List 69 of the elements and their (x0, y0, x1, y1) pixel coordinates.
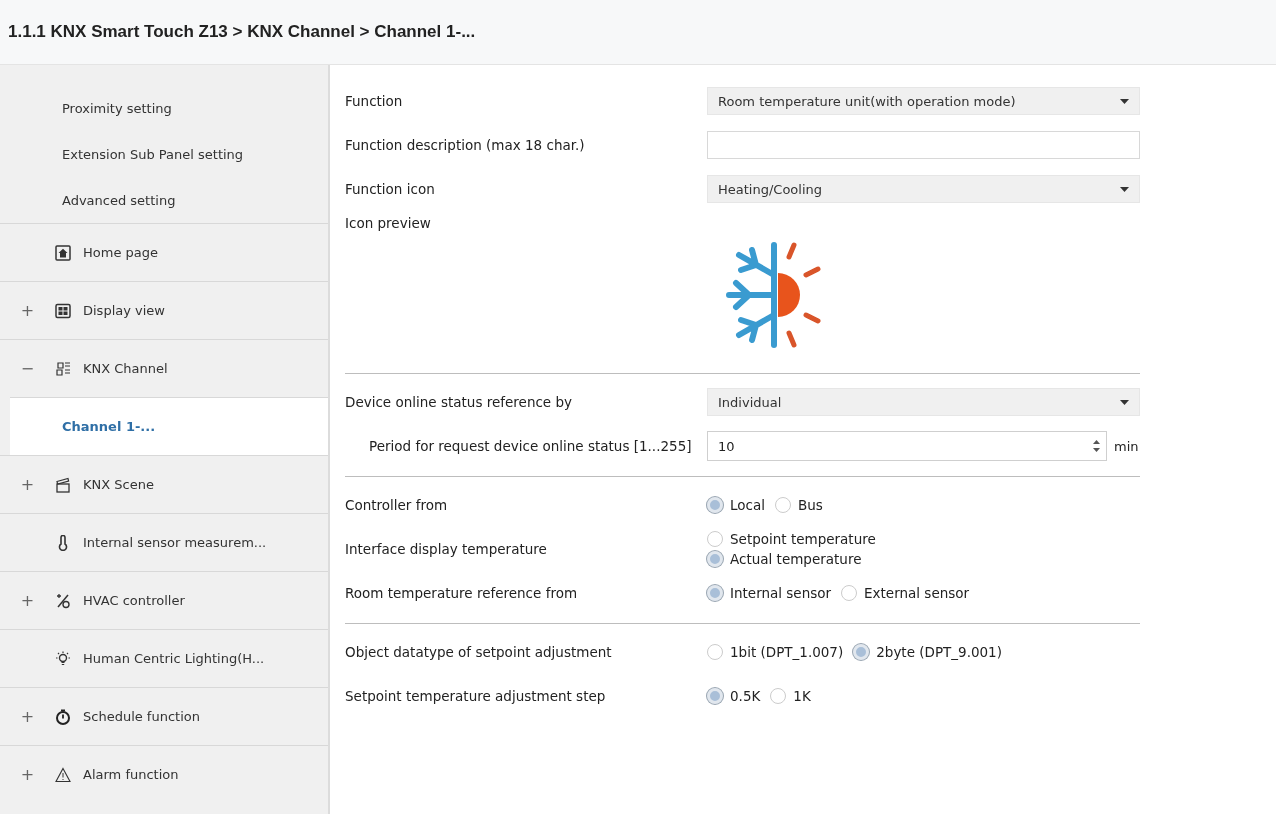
breadcrumb: 1.1.1 KNX Smart Touch Z13 > KNX Channel > Channel 1-... (8, 22, 476, 42)
item-label[interactable]: Schedule function (83, 709, 200, 724)
item-label[interactable]: Internal sensor measurem... (83, 535, 267, 550)
option-label: 0.5K (730, 688, 761, 704)
field-label: Object datatype of setpoint adjustment (345, 644, 613, 660)
grid-icon (55, 302, 71, 319)
home-icon (55, 244, 71, 261)
field-label: Icon preview (345, 215, 432, 231)
sidebar-item[interactable]: Channel 1-... (10, 397, 328, 455)
radio-button[interactable] (853, 644, 870, 660)
field-label: Function description (max 18 char.) (345, 137, 586, 153)
channel-icon (55, 360, 71, 377)
option-label: External sensor (864, 585, 970, 601)
collapse-toggle[interactable]: − (0, 359, 55, 378)
bulb-icon (55, 650, 71, 667)
item-label[interactable]: KNX Channel (83, 361, 168, 376)
dropdown[interactable]: Heating/Cooling (707, 175, 1140, 203)
field-label: Period for request device online status [1...255] (368, 437, 693, 455)
item-label[interactable]: Proximity setting (62, 100, 172, 116)
hvac-icon (55, 592, 71, 609)
radio-button[interactable] (707, 585, 723, 601)
field-label: Function icon (345, 181, 436, 197)
radio-button[interactable] (770, 688, 787, 704)
dropdown[interactable]: Individual (707, 388, 1140, 416)
option-label: Actual temperature (730, 551, 862, 567)
item-label[interactable]: Human Centric Lighting(H... (83, 651, 265, 666)
spinner-arrows-icon[interactable] (1093, 439, 1100, 453)
caret-icon (1120, 399, 1129, 405)
dropdown[interactable]: Room temperature unit(with operation mode) (707, 87, 1140, 115)
radio-button[interactable] (841, 585, 858, 601)
caret-icon (1120, 98, 1129, 104)
clapperboard-icon (55, 476, 71, 493)
radio-button[interactable] (707, 688, 723, 704)
field-label: Interface display temperature (345, 541, 548, 557)
field-label: Function (345, 93, 404, 109)
radio-button[interactable] (707, 531, 723, 547)
expand-toggle[interactable]: + (0, 591, 55, 610)
item-label[interactable]: Advanced setting (62, 192, 176, 208)
option-label: Setpoint temperature (730, 531, 876, 547)
expand-toggle[interactable]: + (0, 301, 55, 320)
field-label: Room temperature reference from (345, 585, 579, 601)
radio-button[interactable] (707, 644, 723, 660)
item-label[interactable]: Alarm function (83, 767, 179, 782)
expand-toggle[interactable]: + (0, 707, 55, 726)
unit-label: min (1114, 438, 1139, 454)
caret-icon (1120, 186, 1129, 192)
item-label[interactable]: Home page (83, 245, 158, 260)
option-label: Local (730, 497, 765, 513)
warning-icon (55, 766, 71, 783)
item-label[interactable]: HVAC controller (83, 593, 185, 608)
field-label: Setpoint temperature adjustment step (345, 688, 607, 704)
item-label[interactable]: KNX Scene (83, 477, 154, 492)
input-field[interactable] (707, 131, 1140, 159)
field-label: Controller from (345, 497, 449, 513)
radio-button[interactable] (707, 551, 723, 567)
option-label: Internal sensor (730, 585, 832, 601)
field-label: Device online status reference by (345, 394, 573, 410)
option-label: 2byte (DPT_9.001) (876, 644, 1002, 660)
expand-toggle[interactable]: + (0, 765, 55, 784)
option-label: 1K (793, 688, 811, 704)
option-label: 1bit (DPT_1.007) (730, 644, 844, 660)
expand-toggle[interactable]: + (0, 475, 55, 494)
radio-button[interactable] (775, 497, 791, 513)
number-field[interactable]: 10 (707, 431, 1107, 461)
radio-button[interactable] (707, 497, 723, 513)
item-label[interactable]: Extension Sub Panel setting (62, 146, 244, 162)
option-label: Bus (798, 497, 823, 513)
clock-icon (55, 708, 71, 725)
item-label[interactable]: Display view (83, 303, 165, 318)
